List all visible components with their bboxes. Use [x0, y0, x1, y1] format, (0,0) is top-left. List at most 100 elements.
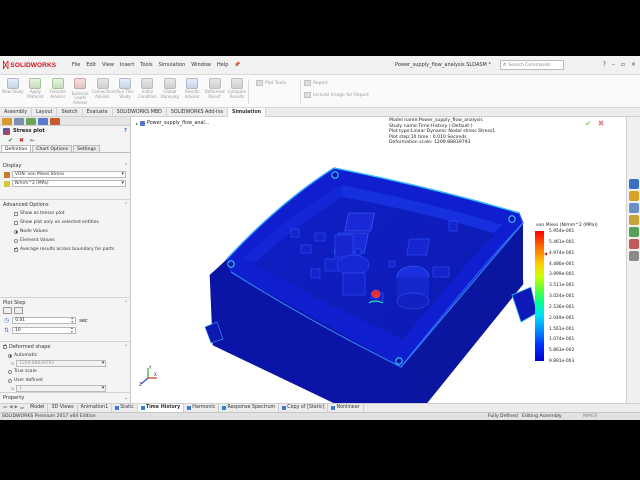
close-icon[interactable]: × — [631, 61, 636, 68]
home-icon[interactable] — [628, 179, 639, 189]
property-manager-tab-icon[interactable] — [14, 117, 24, 125]
design-library-icon[interactable] — [628, 203, 639, 213]
tab-assembly[interactable]: Assembly — [0, 108, 33, 117]
study-tab-copy-of-static[interactable]: Copy of [Static] — [279, 404, 329, 412]
configuration-tab-icon[interactable] — [26, 117, 36, 125]
study-tab-harmonic[interactable]: Harmonic — [184, 404, 220, 412]
minimize-icon[interactable]: – — [612, 61, 615, 68]
study-tab-model[interactable]: Model — [27, 404, 49, 412]
tab-solidworks-mbd[interactable]: SOLIDWORKS MBD — [113, 108, 167, 117]
advanced-options-header[interactable]: Advanced Options ⌃ — [0, 201, 130, 209]
cancel-button[interactable]: ✖ — [19, 137, 24, 144]
time-input[interactable]: 0.01 — [12, 317, 77, 324]
tab-simulation[interactable]: Simulation — [228, 108, 267, 117]
radio-automatic[interactable] — [8, 353, 12, 358]
ok-button[interactable]: ✔ — [8, 137, 13, 144]
confirm-corner-icon[interactable]: ✔ — [585, 119, 592, 128]
component-select[interactable]: VON: von Mises Stress — [12, 171, 126, 178]
units-status[interactable]: MMGS — [583, 414, 597, 419]
expand-arrow-icon[interactable]: ▸ — [136, 121, 138, 126]
menu-window[interactable]: Window — [191, 62, 211, 68]
radio-button[interactable] — [14, 238, 18, 243]
advanced-option[interactable]: Average results across boundary for part… — [14, 245, 130, 254]
deformed-shape-checkbox[interactable] — [3, 343, 7, 349]
fixtures-advisor-button[interactable]: Fixtures Advisor — [47, 78, 69, 99]
initial-condition-button[interactable]: Initial Condition — [136, 78, 158, 99]
study-tab-animation1[interactable]: Animation1 — [78, 404, 113, 412]
checkbox[interactable] — [14, 220, 18, 225]
resources-icon[interactable] — [628, 191, 639, 201]
step-input[interactable]: 10 — [12, 327, 77, 334]
study-tab-3d-views[interactable]: 3D Views — [48, 404, 78, 412]
checkbox[interactable] — [14, 246, 18, 252]
deformed-result-button[interactable]: Deformed Result — [204, 78, 226, 99]
feature-tree-item[interactable]: Power_supply_flow_anal... — [147, 121, 209, 126]
study-tab-response-spectrum[interactable]: Response Spectrum — [219, 404, 280, 412]
include-image-button[interactable]: Include Image for Report — [304, 92, 369, 98]
pushpin-icon[interactable]: ⇤ — [30, 137, 35, 144]
tab-evaluate[interactable]: Evaluate — [83, 108, 113, 117]
feature-tree-flyout[interactable]: ▸ Power_supply_flow_anal... — [136, 121, 209, 126]
radio-user-defined[interactable] — [8, 378, 12, 383]
tab-solidworks-add-ins[interactable]: SOLIDWORKS Add-Ins — [167, 108, 229, 117]
display-group-header[interactable]: Display ⌃ — [0, 162, 130, 170]
true-scale-radio[interactable]: True scale — [8, 367, 130, 376]
deformed-shape-header[interactable]: Deformed shape ⌃ — [0, 343, 130, 351]
study-tab-time-history[interactable]: Time History — [137, 404, 185, 412]
study-tab-nonlinear[interactable]: Nonlinear — [328, 404, 364, 412]
first-tab-arrow-icon[interactable]: ⏮ — [3, 405, 7, 411]
new-study-button[interactable]: New Study — [2, 78, 24, 95]
advanced-option[interactable]: Element Values — [14, 236, 130, 245]
pin-icon[interactable]: 📌 — [234, 62, 240, 68]
study-tab-static[interactable]: Static — [112, 404, 138, 412]
advanced-option[interactable]: Node Values — [14, 227, 130, 236]
checkbox[interactable] — [14, 211, 18, 216]
custom-properties-icon[interactable] — [628, 251, 639, 261]
global-damping-button[interactable]: Global Damping — [159, 78, 181, 99]
menu-view[interactable]: View — [102, 62, 114, 68]
compare-results-button[interactable]: Compare Results — [226, 78, 248, 99]
connections-advisor-button[interactable]: Connections Advisor — [92, 78, 116, 99]
plot-step-option2-icon[interactable] — [14, 307, 23, 314]
apply-material-button[interactable]: Apply Material — [24, 78, 46, 99]
property-header[interactable]: Property ⌄ — [0, 394, 130, 402]
run-study-button[interactable]: Run This Study — [114, 78, 136, 99]
menu-tools[interactable]: Tools — [140, 62, 152, 68]
search-commands[interactable]: ⌕ Search Commands — [500, 60, 564, 70]
next-tab-arrow-icon[interactable]: ▶ — [15, 405, 18, 411]
cancel-corner-icon[interactable]: ✖ — [598, 119, 605, 128]
help-icon[interactable]: ? — [124, 128, 127, 134]
view-palette-icon[interactable] — [628, 227, 639, 237]
dimxpert-tab-icon[interactable] — [38, 117, 48, 125]
external-loads-button[interactable]: External Loads Advisor — [69, 78, 91, 105]
user-defined-radio[interactable]: User defined — [8, 376, 130, 385]
prev-tab-arrow-icon[interactable]: ◀ — [9, 405, 12, 411]
menu-edit[interactable]: Edit — [86, 62, 96, 68]
tab-sketch[interactable]: Sketch — [57, 108, 83, 117]
plot-step-option-icon[interactable] — [3, 307, 12, 314]
tab-layout[interactable]: Layout — [32, 108, 58, 117]
menu-insert[interactable]: Insert — [120, 62, 134, 68]
display-manager-tab-icon[interactable] — [50, 117, 60, 125]
tab-definition[interactable]: Definition — [1, 145, 32, 152]
menu-simulation[interactable]: Simulation — [159, 62, 186, 68]
advanced-option[interactable]: Show as tensor plot — [14, 209, 130, 218]
appearances-icon[interactable] — [628, 239, 639, 249]
automatic-radio[interactable]: Automatic — [8, 351, 130, 360]
radio-true-scale[interactable] — [8, 369, 12, 374]
plot-step-header[interactable]: Plot Step ⌃ — [0, 299, 130, 307]
restore-icon[interactable]: ▫ — [621, 61, 625, 68]
graphics-area[interactable]: ▸ Power_supply_flow_anal... Model name:P… — [131, 117, 626, 403]
last-tab-arrow-icon[interactable]: ⏭ — [20, 405, 24, 411]
file-explorer-icon[interactable] — [628, 215, 639, 225]
report-button[interactable]: Report — [304, 80, 328, 86]
tab-chart-options[interactable]: Chart Options — [32, 145, 73, 152]
units-select[interactable]: N/mm^2 (MPa) — [12, 180, 126, 187]
tab-settings[interactable]: Settings — [73, 145, 100, 152]
plot-tools-button[interactable]: Plot Tools — [256, 80, 286, 86]
advanced-option[interactable]: Show plot only on selected entities — [14, 218, 130, 227]
menu-help[interactable]: Help — [217, 62, 228, 68]
radio-button[interactable] — [14, 229, 18, 234]
results-advisor-button[interactable]: Results Advisor — [181, 78, 203, 99]
feature-tree-tab-icon[interactable] — [2, 117, 12, 125]
